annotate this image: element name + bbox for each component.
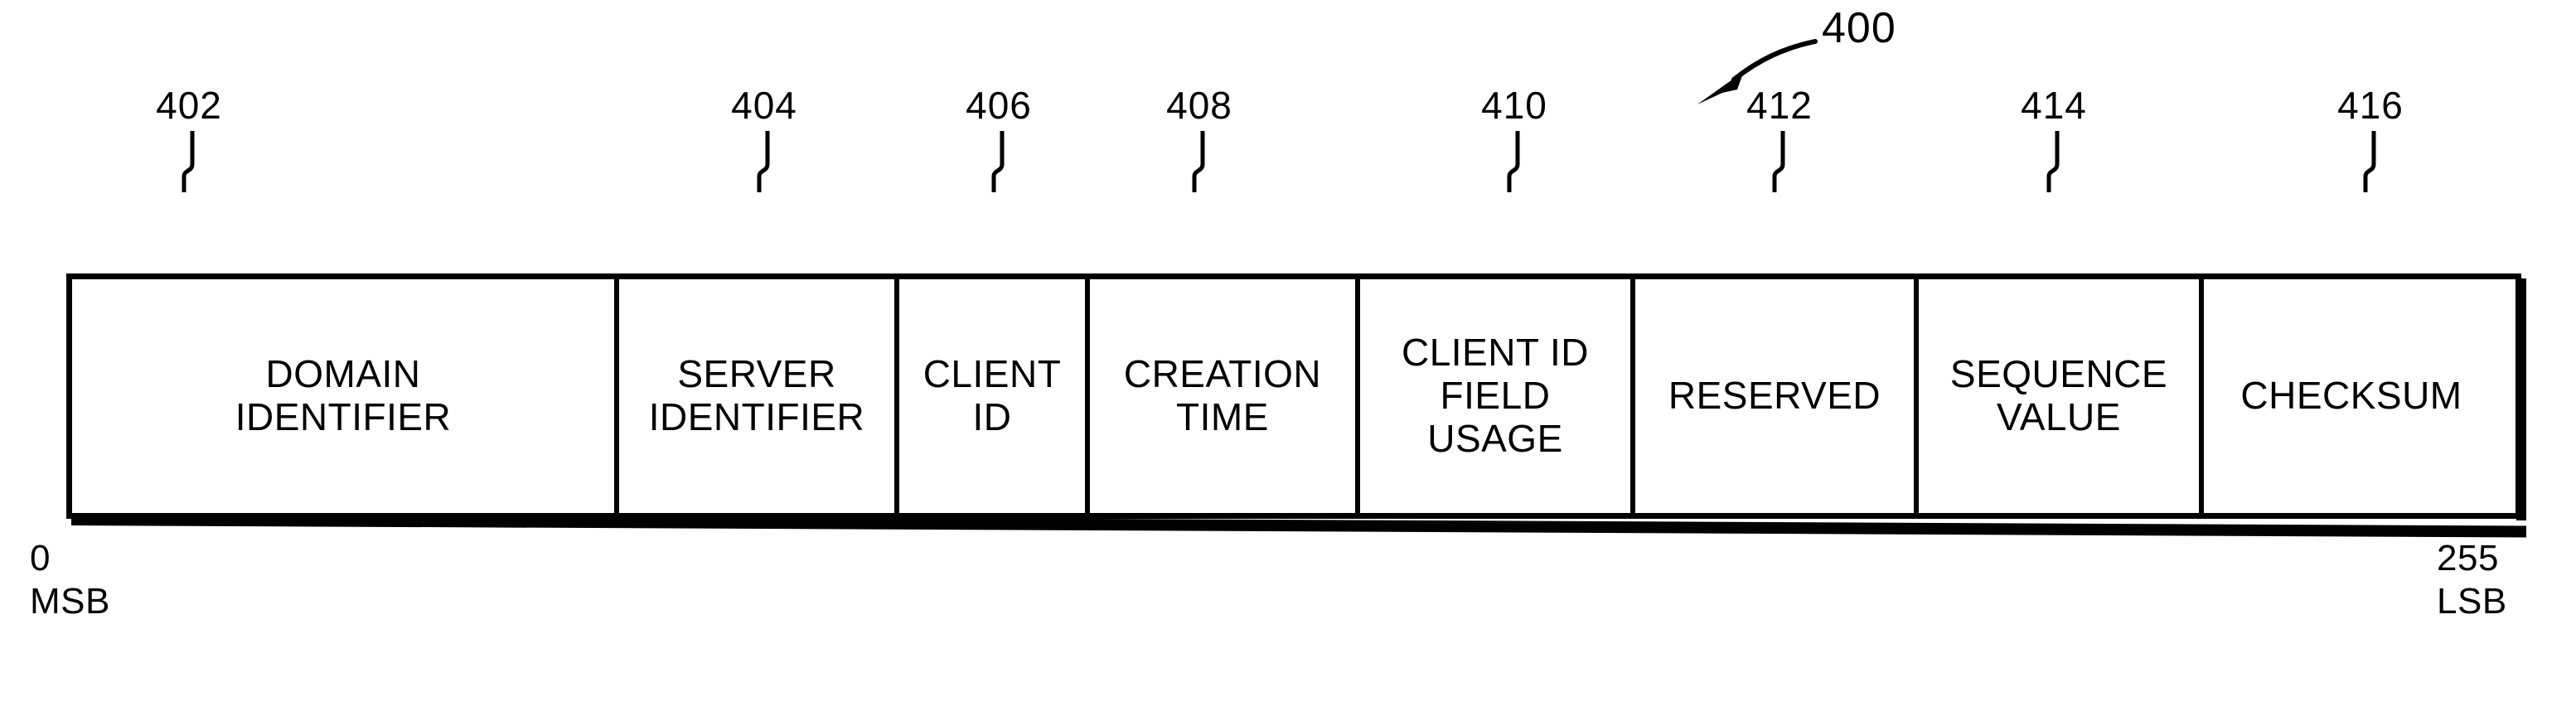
leader-hook-icon	[991, 131, 1005, 192]
packet-bar-shadow-right	[2516, 278, 2526, 520]
reference-number: 402	[156, 84, 222, 127]
bit-start-significance: MSB	[30, 580, 110, 622]
packet-field-server-identifier: SERVER IDENTIFIER	[619, 279, 899, 513]
packet-field-checksum: CHECKSUM	[2204, 279, 2499, 513]
packet-field-label: CLIENT ID	[922, 352, 1062, 438]
packet-field-reserved: RESERVED	[1635, 279, 1919, 513]
packet-field-client-id: CLIENT ID	[899, 279, 1090, 513]
leader-hook-icon	[2046, 131, 2060, 192]
packet-field-label: CHECKSUM	[2240, 374, 2462, 418]
reference-number: 414	[2021, 84, 2087, 127]
reference-callout-402: 402	[106, 86, 272, 192]
packet-field-domain-identifier: DOMAIN IDENTIFIER	[72, 279, 619, 513]
bit-end-index: 255	[2437, 538, 2499, 578]
reference-callout-406: 406	[916, 86, 1082, 192]
packet-field-label: SEQUENCE VALUE	[1949, 352, 2168, 438]
figure-number: 400	[1822, 4, 1896, 52]
bit-marker-end: 255 LSB	[2437, 537, 2507, 623]
leader-hook-icon	[2363, 131, 2376, 192]
reference-callout-404: 404	[681, 86, 847, 192]
reference-callout-408: 408	[1116, 86, 1282, 192]
leader-hook-icon	[1772, 131, 1785, 192]
packet-field-label: CREATION TIME	[1123, 352, 1322, 438]
leader-hook-icon	[1507, 131, 1520, 192]
packet-field-sequence-value: SEQUENCE VALUE	[1919, 279, 2204, 513]
leader-hook-icon	[1192, 131, 1205, 192]
bit-marker-start: 0 MSB	[30, 537, 110, 623]
packet-field-label: CLIENT ID FIELD USAGE	[1401, 331, 1590, 460]
reference-number: 404	[731, 84, 797, 127]
reference-number: 406	[966, 84, 1032, 127]
bit-start-index: 0	[30, 538, 51, 578]
packet-field-label: RESERVED	[1668, 374, 1881, 418]
packet-field-label: SERVER IDENTIFIER	[648, 352, 865, 438]
packet-field-creation-time: CREATION TIME	[1090, 279, 1360, 513]
bit-end-significance: LSB	[2437, 580, 2507, 622]
packet-field-label: DOMAIN IDENTIFIER	[235, 352, 452, 438]
leader-hook-icon	[182, 131, 195, 192]
reference-callout-416: 416	[2288, 86, 2453, 192]
reference-number: 412	[1746, 84, 1813, 127]
reference-callout-410: 410	[1431, 86, 1597, 192]
packet-field-client-id-field-usage: CLIENT ID FIELD USAGE	[1360, 279, 1635, 513]
patent-figure: 400 402 404 406 408 410 412 414 416 DOMAIN IDEN…	[0, 0, 2576, 721]
reference-callout-414: 414	[1971, 86, 2137, 192]
reference-number: 410	[1481, 84, 1547, 127]
reference-callout-412: 412	[1697, 86, 1862, 192]
leader-hook-icon	[757, 131, 770, 192]
packet-layout-bar: DOMAIN IDENTIFIER SERVER IDENTIFIER CLIENT…	[66, 273, 2521, 519]
reference-number: 416	[2337, 84, 2404, 127]
reference-number: 408	[1166, 84, 1232, 127]
